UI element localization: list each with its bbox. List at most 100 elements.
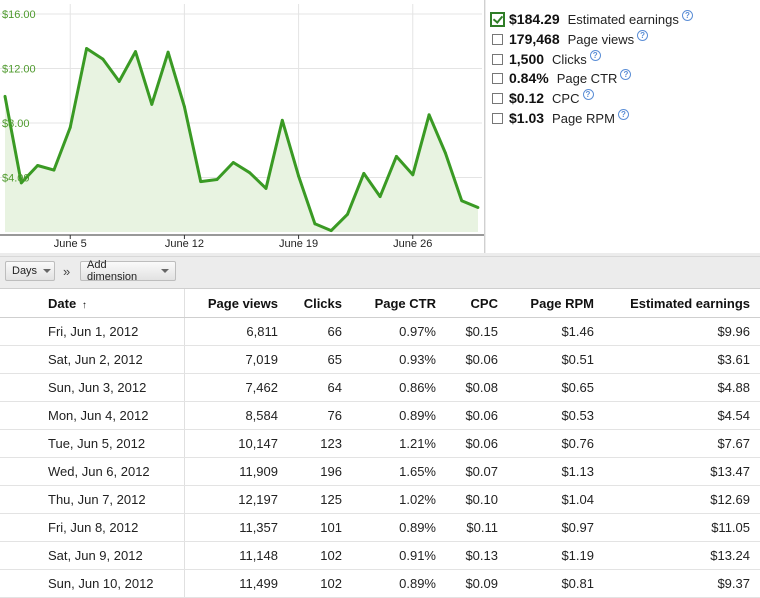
earnings-line-chart: June 5 June 12 June 19 June 26 $4.00 $8.00 $12… <box>0 4 484 250</box>
data-point <box>443 151 447 155</box>
table-row: Tue, Jun 5, 2012 10,147 123 1.21% $0.06 $0.76… <box>0 429 760 458</box>
help-icon[interactable]: ? <box>617 108 629 120</box>
data-point <box>68 126 72 129</box>
metric-value: $184.29 <box>509 11 560 27</box>
data-point <box>150 102 154 106</box>
metric-checkbox[interactable] <box>492 92 503 104</box>
cell-date: Mon, Jun 4, 2012 <box>0 401 185 430</box>
data-point <box>117 80 121 83</box>
metric-checkbox[interactable] <box>492 112 503 124</box>
cell-clicks: 196 <box>288 457 352 486</box>
add-dimension-button[interactable]: Add dimension <box>80 259 176 283</box>
column-header-page-ctr[interactable]: Page CTR <box>352 289 446 318</box>
x-tick-label: June 12 <box>165 238 204 250</box>
cell-page-ctr: 1.02% <box>352 485 446 514</box>
cell-page-views: 11,499 <box>184 569 288 598</box>
cell-page-rpm: $0.51 <box>508 345 604 374</box>
chevron-down-icon <box>161 269 169 273</box>
cell-clicks: 101 <box>288 513 352 542</box>
cell-clicks: 64 <box>288 373 352 402</box>
cell-estimated-earnings: $9.37 <box>604 569 760 598</box>
help-icon[interactable]: ? <box>637 29 649 41</box>
cell-cpc: $0.06 <box>446 345 508 374</box>
column-header-cpc[interactable]: CPC <box>446 289 508 318</box>
metric-page-views[interactable]: 179,468 Page views ? <box>492 29 649 48</box>
help-icon[interactable]: ? <box>582 88 594 100</box>
table-row: Thu, Jun 7, 2012 12,197 125 1.02% $0.10 $1.04… <box>0 485 760 514</box>
cell-page-rpm: $0.53 <box>508 401 604 430</box>
metric-cpc[interactable]: $0.12 CPC ? <box>492 88 594 107</box>
cell-date: Wed, Jun 6, 2012 <box>0 457 185 486</box>
cell-cpc: $0.06 <box>446 401 508 430</box>
data-point <box>411 173 415 177</box>
data-point <box>85 47 88 50</box>
table-row: Sun, Jun 3, 2012 7,462 64 0.86% $0.08 $0.65 $4… <box>0 373 760 402</box>
cell-page-views: 10,147 <box>184 429 288 458</box>
help-icon[interactable]: ? <box>589 49 601 61</box>
metric-label: Clicks <box>552 51 587 67</box>
series-area <box>5 48 478 232</box>
metric-label: Page CTR <box>556 70 618 86</box>
metric-checkbox[interactable] <box>492 53 503 65</box>
cell-page-rpm: $1.46 <box>508 317 604 346</box>
data-point <box>476 206 480 209</box>
metric-page-ctr[interactable]: 0.84% Page CTR ? <box>492 68 632 87</box>
cell-page-views: 11,909 <box>184 457 288 486</box>
y-tick-label: $16.00 <box>2 9 36 21</box>
days-dropdown-button[interactable]: Days <box>5 261 55 281</box>
cell-page-rpm: $1.19 <box>508 541 604 570</box>
column-header-clicks[interactable]: Clicks <box>288 289 352 318</box>
cell-page-views: 11,148 <box>184 541 288 570</box>
cell-estimated-earnings: $7.67 <box>604 429 760 458</box>
cell-cpc: $0.10 <box>446 485 508 514</box>
cell-estimated-earnings: $13.47 <box>604 457 760 486</box>
table-row: Mon, Jun 4, 2012 8,584 76 0.89% $0.06 $0.53 $4… <box>0 401 760 430</box>
sort-ascending-icon: ↑ <box>81 299 87 311</box>
data-point <box>329 229 333 233</box>
x-tick-label: June 26 <box>393 238 432 250</box>
column-header-estimated-earnings[interactable]: Estimated earnings <box>604 289 760 318</box>
cell-clicks: 123 <box>288 429 352 458</box>
cell-cpc: $0.13 <box>446 541 508 570</box>
earnings-chart-panel: June 5 June 12 June 19 June 26 $4.00 $8.00 $12… <box>0 0 485 253</box>
cell-page-ctr: 0.97% <box>352 317 446 346</box>
help-icon[interactable]: ? <box>681 9 693 21</box>
cell-page-ctr: 0.89% <box>352 513 446 542</box>
report-header-area: June 5 June 12 June 19 June 26 $4.00 $8.00 $12… <box>0 0 760 257</box>
metric-checkbox[interactable] <box>492 33 503 45</box>
cell-page-rpm: $1.13 <box>508 457 604 486</box>
cell-page-ctr: 0.91% <box>352 541 446 570</box>
report-table: Date ↑ Page views Clicks Page CTR CPC Pa… <box>0 289 760 598</box>
metric-label: Estimated earnings <box>567 11 679 27</box>
help-icon[interactable]: ? <box>620 68 632 80</box>
cell-estimated-earnings: $13.24 <box>604 541 760 570</box>
metric-estimated-earnings[interactable]: $184.29 Estimated earnings ? <box>490 9 693 28</box>
cell-date: Sat, Jun 2, 2012 <box>0 345 185 374</box>
column-header-page-rpm[interactable]: Page RPM <box>508 289 604 318</box>
add-dimension-label: Add dimension <box>87 259 138 283</box>
data-point <box>101 57 105 61</box>
cell-page-ctr: 1.21% <box>352 429 446 458</box>
metric-checkbox-checked[interactable] <box>490 11 505 27</box>
cell-date: Sun, Jun 3, 2012 <box>0 373 185 402</box>
cell-page-rpm: $0.65 <box>508 373 604 402</box>
cell-cpc: $0.08 <box>446 373 508 402</box>
cell-estimated-earnings: $12.69 <box>604 485 760 514</box>
metric-page-rpm[interactable]: $1.03 Page RPM ? <box>492 108 629 127</box>
metric-value: 1,500 <box>509 51 545 67</box>
breadcrumb-separator: » <box>63 264 71 279</box>
metric-label: CPC <box>552 90 580 106</box>
y-tick-label: $4.00 <box>2 173 30 185</box>
cell-page-views: 12,197 <box>184 485 288 514</box>
cell-page-views: 7,462 <box>184 373 288 402</box>
cell-page-rpm: $0.76 <box>508 429 604 458</box>
cell-date: Fri, Jun 8, 2012 <box>0 513 185 542</box>
table-row: Wed, Jun 6, 2012 11,909 196 1.65% $0.07 $1.13… <box>0 457 760 486</box>
column-header-date[interactable]: Date ↑ <box>0 289 185 318</box>
cell-estimated-earnings: $9.96 <box>604 317 760 346</box>
cell-date: Fri, Jun 1, 2012 <box>0 317 185 346</box>
metric-checkbox[interactable] <box>492 72 503 84</box>
data-point <box>362 172 366 175</box>
metric-clicks[interactable]: 1,500 Clicks ? <box>492 49 601 68</box>
column-header-page-views[interactable]: Page views <box>184 289 288 318</box>
